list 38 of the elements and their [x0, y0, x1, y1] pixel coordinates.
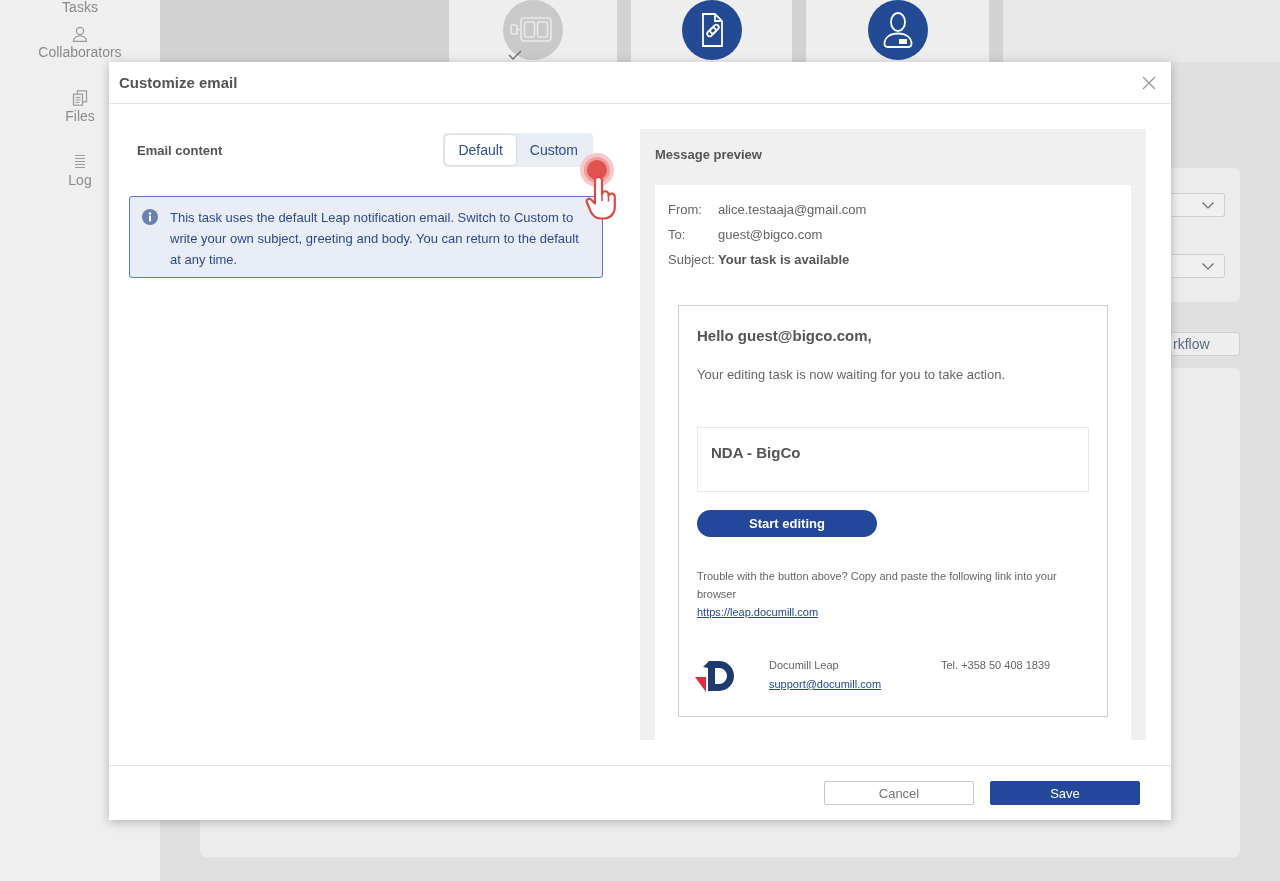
header-value: alice.testaaja@gmail.com — [718, 201, 867, 219]
primary-button[interactable]: Save — [990, 781, 1140, 805]
document-title: NDA - BigCo — [711, 444, 801, 461]
url-link[interactable]: https://leap.documill.com — [697, 603, 819, 621]
logo-icon — [695, 659, 735, 693]
email-link[interactable]: support@documill.com — [769, 675, 882, 694]
start-editing-button[interactable]: Start editing — [697, 510, 877, 537]
company-name: Documill Leap — [769, 658, 839, 673]
header-value: guest@bigco.com — [718, 226, 823, 244]
message-text: Your editing task is now waiting for you to take action. — [697, 366, 1006, 384]
info-icon — [142, 209, 158, 225]
click-dot-icon — [580, 153, 614, 187]
dropdown-field[interactable] — [1171, 193, 1225, 217]
toggle-option[interactable]: Default — [445, 135, 516, 165]
action-button[interactable]: rkflow — [1171, 332, 1240, 356]
close-icon — [1142, 75, 1156, 90]
hand-cursor-icon — [585, 176, 619, 220]
field-label: Email content — [137, 142, 223, 158]
dialog-title: Customize email — [119, 74, 238, 91]
info-text: This task uses the default Leap notification email. Switch to Custom to write your own subject, greeting and body. You can return to the default at any time. — [170, 209, 580, 269]
phone-text: Tel. +358 50 408 1839 — [941, 658, 1051, 673]
person-icon — [72, 26, 88, 42]
preview-title: Message preview — [655, 146, 762, 164]
toggle-option[interactable]: Custom — [516, 135, 591, 165]
header-value: Your task is available — [718, 251, 850, 269]
documents-icon — [72, 90, 88, 106]
secondary-button[interactable]: Cancel — [824, 781, 974, 805]
checkmark-icon — [508, 50, 522, 60]
chevron-down-icon — [1202, 201, 1214, 209]
dropdown-field[interactable] — [1171, 254, 1225, 278]
chevron-down-icon — [1202, 262, 1214, 270]
header-label: To: — [668, 226, 687, 244]
help-text: Trouble with the button above? Copy and paste the following link into your browser — [697, 569, 1058, 602]
greeting-text: Hello guest@bigco.com, — [697, 326, 872, 346]
header-label: From: — [668, 201, 703, 219]
close-button[interactable] — [1142, 75, 1156, 90]
header-label: Subject: — [668, 251, 716, 269]
list-lines-icon — [72, 154, 88, 170]
